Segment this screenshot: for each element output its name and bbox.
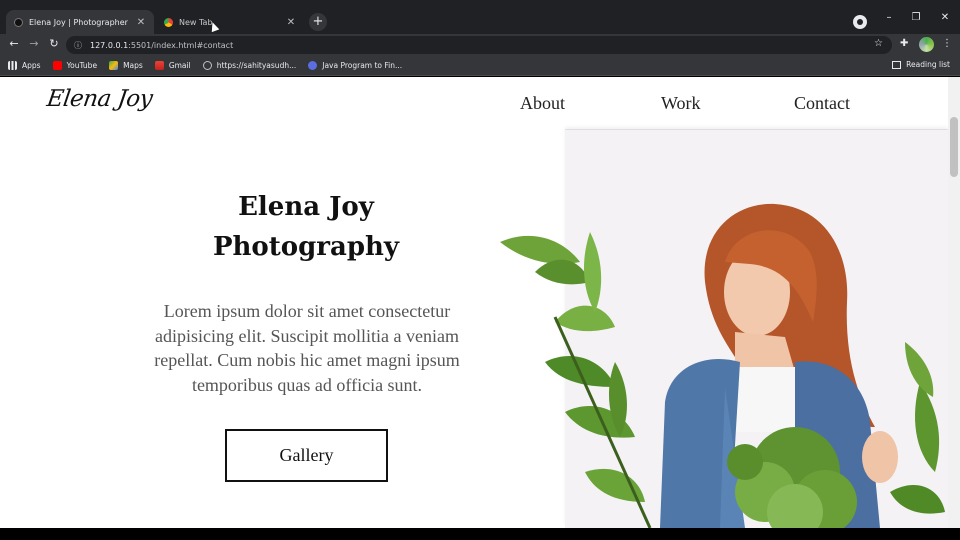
bookmark-star-icon[interactable]: ☆ — [874, 38, 883, 49]
restore-button[interactable]: ❐ — [909, 12, 923, 23]
webpage-viewport: Elena Joy About Work Contact Elena Joy P… — [0, 77, 960, 528]
nav-link-contact[interactable]: Contact — [794, 93, 850, 114]
extensions-puzzle-icon[interactable]: ✚ — [900, 38, 908, 49]
reload-icon[interactable]: ↻ — [47, 37, 61, 50]
gmail-icon — [154, 61, 164, 70]
close-window-button[interactable]: ✕ — [938, 12, 952, 23]
nav-link-about[interactable]: About — [520, 93, 565, 114]
youtube-icon — [52, 61, 62, 70]
new-tab-button[interactable]: + — [309, 13, 327, 31]
bookmark-java-program[interactable]: Java Program to Fin... — [308, 61, 402, 70]
close-tab-icon[interactable]: ✕ — [286, 17, 296, 28]
bookmark-apps[interactable]: Apps — [8, 61, 41, 70]
maps-icon — [109, 61, 119, 70]
profile-avatar[interactable] — [919, 37, 934, 52]
reading-list-icon — [892, 60, 902, 69]
browser-toolbar: ← → ↻ ⓘ 127.0.0.1:5501/index.html#contac… — [0, 34, 960, 56]
close-tab-icon[interactable]: ✕ — [136, 17, 146, 28]
globe-icon — [202, 61, 212, 70]
tab-title: Elena Joy | Photographer — [29, 17, 128, 27]
hero-heading-line2: Photography — [212, 232, 400, 262]
tab-title: New Tab — [179, 17, 213, 27]
minimize-button[interactable]: – — [882, 12, 896, 23]
apps-grid-icon — [8, 61, 17, 70]
hero-heading: Elena Joy Photography — [156, 187, 456, 267]
java-site-icon — [308, 61, 318, 70]
bookmark-youtube[interactable]: YouTube — [52, 61, 97, 70]
site-favicon-icon — [14, 17, 23, 27]
media-control-icon[interactable] — [853, 15, 867, 29]
url-text: 127.0.0.1:5501/index.html#contact — [90, 40, 234, 50]
tab-elena-joy[interactable]: Elena Joy | Photographer ✕ — [6, 10, 154, 34]
forward-arrow-icon[interactable]: → — [27, 37, 41, 50]
bookmark-gmail[interactable]: Gmail — [154, 61, 191, 70]
bookmark-sahityasudha[interactable]: https://sahityasudh... — [202, 61, 296, 70]
address-bar[interactable]: ⓘ 127.0.0.1:5501/index.html#contact — [66, 36, 892, 54]
hero-paragraph: Lorem ipsum dolor sit amet consectetur a… — [154, 301, 460, 395]
hero-photo — [500, 203, 945, 528]
tab-new-tab[interactable]: New Tab ✕ — [156, 10, 304, 34]
bookmarks-bar: Apps YouTube Maps Gmail https://sahityas… — [0, 56, 960, 76]
nav-link-work[interactable]: Work — [661, 93, 701, 114]
bookmark-maps[interactable]: Maps — [109, 61, 143, 70]
screen-bottom-edge — [0, 528, 960, 540]
site-logo[interactable]: Elena Joy — [45, 86, 154, 112]
browser-tabstrip: Elena Joy | Photographer ✕ New Tab ✕ + –… — [0, 0, 960, 34]
gallery-button[interactable]: Gallery — [225, 429, 388, 482]
back-arrow-icon[interactable]: ← — [7, 37, 21, 50]
hero-heading-line1: Elena Joy — [238, 192, 374, 222]
site-info-icon[interactable]: ⓘ — [74, 40, 84, 51]
plant-leaves-left — [500, 232, 652, 528]
page-scrollbar-thumb[interactable] — [950, 117, 958, 177]
browser-menu-icon[interactable]: ⋮ — [942, 38, 952, 49]
chrome-favicon-icon — [164, 17, 173, 27]
reading-list-button[interactable]: Reading list — [892, 60, 950, 69]
plant-leaves-right — [890, 342, 945, 514]
